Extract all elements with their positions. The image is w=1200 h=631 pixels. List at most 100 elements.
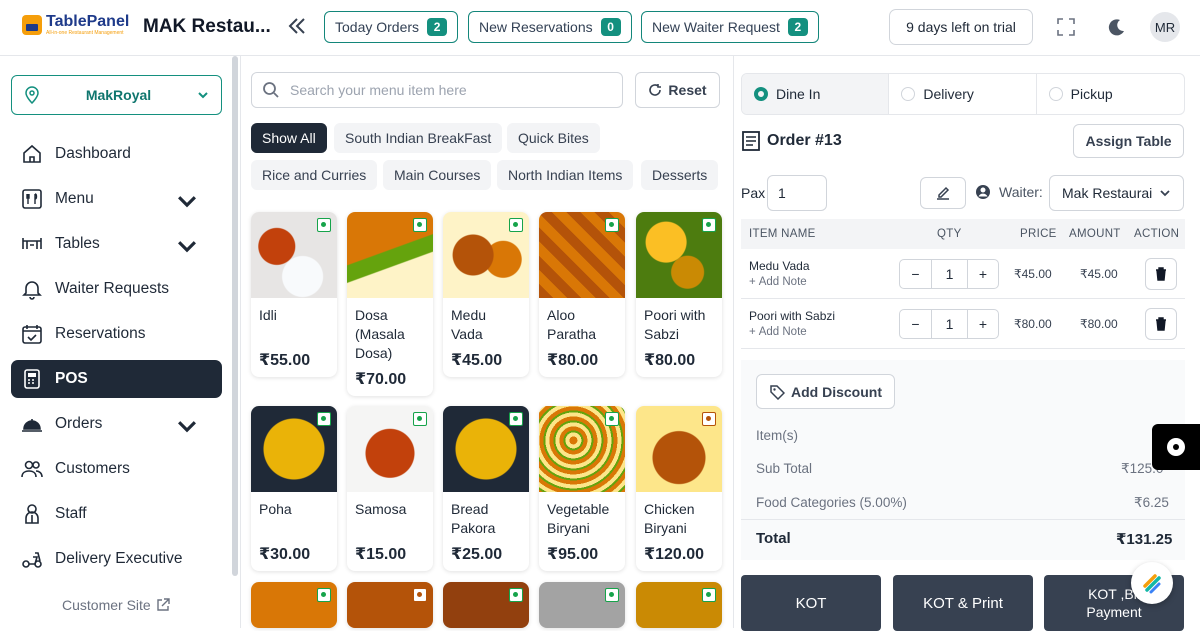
menu-item-card[interactable]: Medu Vada ₹45.00 bbox=[443, 212, 529, 377]
chat-icon bbox=[1167, 438, 1185, 456]
non-veg-indicator-icon bbox=[702, 412, 716, 426]
menu-item-card[interactable]: Poha ₹30.00 bbox=[251, 406, 337, 571]
radio-icon bbox=[901, 87, 916, 101]
veg-indicator-icon bbox=[413, 412, 427, 426]
add-discount-button[interactable]: Add Discount bbox=[756, 374, 895, 409]
quantity-stepper: − 1 + bbox=[899, 259, 999, 289]
line-item-amount: ₹45.00 bbox=[1080, 267, 1118, 281]
sidebar-item-label: POS bbox=[55, 370, 88, 387]
sidebar-item-delivery-executive[interactable]: Delivery Executive bbox=[11, 540, 222, 578]
menu-item-card[interactable]: Bread Pakora ₹25.00 bbox=[443, 406, 529, 571]
order-table-header: ITEM NAME QTY PRICE AMOUNT ACTION bbox=[741, 219, 1185, 249]
sidebar-item-reservations[interactable]: Reservations bbox=[11, 315, 222, 353]
edit-note-button[interactable] bbox=[920, 177, 966, 209]
dark-mode-icon[interactable] bbox=[1107, 17, 1127, 42]
scooter-icon bbox=[22, 552, 42, 568]
collapse-sidebar-icon[interactable] bbox=[287, 15, 307, 42]
sidebar-item-orders[interactable]: Orders bbox=[11, 405, 222, 443]
fullscreen-icon[interactable] bbox=[1056, 17, 1076, 42]
category-quick-bites[interactable]: Quick Bites bbox=[507, 123, 600, 153]
menu-item-card[interactable] bbox=[636, 582, 722, 628]
location-pin-icon bbox=[25, 86, 39, 104]
sidebar-item-dashboard[interactable]: Dashboard bbox=[11, 135, 222, 173]
top-header: TablePanel All-in-one Restaurant Managem… bbox=[0, 0, 1200, 56]
trash-icon bbox=[1156, 267, 1166, 281]
menu-item-card[interactable] bbox=[251, 582, 337, 628]
decrement-button[interactable]: − bbox=[900, 260, 932, 288]
sidebar-item-label: Staff bbox=[55, 505, 87, 522]
reset-button[interactable]: Reset bbox=[635, 72, 720, 108]
category-north-indian-items[interactable]: North Indian Items bbox=[497, 160, 634, 190]
app-logo[interactable]: TablePanel All-in-one Restaurant Managem… bbox=[22, 14, 129, 36]
quantity-value[interactable]: 1 bbox=[932, 260, 968, 288]
order-type-pickup[interactable]: Pickup bbox=[1037, 74, 1184, 114]
today-orders-button[interactable]: Today Orders 2 bbox=[324, 11, 459, 43]
delete-item-button[interactable] bbox=[1145, 258, 1177, 290]
menu-item-card[interactable]: Chicken Biryani ₹120.00 bbox=[636, 406, 722, 571]
customer-site-link[interactable]: Customer Site bbox=[62, 597, 171, 613]
pos-terminal-icon bbox=[24, 369, 40, 389]
category-south-indian-breakfast[interactable]: South Indian BreakFast bbox=[334, 123, 503, 153]
category-desserts[interactable]: Desserts bbox=[641, 160, 719, 190]
search-input[interactable]: Search your menu item here bbox=[251, 72, 623, 108]
idli-image bbox=[251, 212, 337, 298]
decrement-button[interactable]: − bbox=[900, 310, 932, 338]
menu-item-card[interactable]: Samosa ₹15.00 bbox=[347, 406, 433, 571]
order-title: Order #13 bbox=[741, 130, 842, 152]
sidebar-item-menu[interactable]: Menu bbox=[11, 180, 222, 218]
menu-item-price: ₹45.00 bbox=[451, 352, 503, 369]
add-note-link[interactable]: + Add Note bbox=[749, 276, 807, 288]
menu-item-card[interactable]: Vegetable Biryani ₹95.00 bbox=[539, 406, 625, 571]
sidebar-item-label: Delivery Executive bbox=[55, 550, 183, 567]
sidebar-item-waiter-requests[interactable]: Waiter Requests bbox=[11, 270, 222, 308]
help-widget-button[interactable] bbox=[1131, 562, 1173, 604]
dosa-image bbox=[347, 212, 433, 298]
menu-item-name: Poha bbox=[259, 501, 292, 517]
menu-item-card[interactable] bbox=[347, 582, 433, 628]
kot-print-button[interactable]: KOT & Print bbox=[893, 575, 1033, 631]
menu-item-price: ₹70.00 bbox=[355, 371, 407, 388]
veg-indicator-icon bbox=[317, 218, 331, 232]
category-main-courses[interactable]: Main Courses bbox=[383, 160, 492, 190]
menu-item-card[interactable] bbox=[539, 582, 625, 628]
order-type-delivery[interactable]: Delivery bbox=[889, 74, 1037, 114]
trial-status-button[interactable]: 9 days left on trial bbox=[889, 9, 1033, 45]
menu-item-card[interactable]: Idli ₹55.00 bbox=[251, 212, 337, 377]
quantity-value[interactable]: 1 bbox=[932, 310, 968, 338]
branch-selector[interactable]: MakRoyal bbox=[11, 75, 222, 115]
sidebar-scrollbar[interactable] bbox=[232, 56, 238, 576]
menu-item-price: ₹15.00 bbox=[355, 546, 407, 563]
add-note-link[interactable]: + Add Note bbox=[749, 326, 807, 338]
order-number: Order #13 bbox=[767, 132, 842, 149]
kot-button[interactable]: KOT bbox=[741, 575, 881, 631]
new-waiter-request-button[interactable]: New Waiter Request 2 bbox=[641, 11, 819, 43]
tax-value: ₹6.25 bbox=[1134, 495, 1169, 510]
add-discount-label: Add Discount bbox=[791, 383, 882, 400]
increment-button[interactable]: + bbox=[968, 260, 998, 288]
samosa-image bbox=[347, 406, 433, 492]
avatar[interactable]: MR bbox=[1150, 12, 1180, 42]
menu-item-card[interactable]: Poori with Sabzi ₹80.00 bbox=[636, 212, 722, 377]
new-reservations-button[interactable]: New Reservations 0 bbox=[468, 11, 632, 43]
line-item-price: ₹80.00 bbox=[1014, 317, 1052, 331]
sidebar-item-customers[interactable]: Customers bbox=[11, 450, 222, 488]
increment-button[interactable]: + bbox=[968, 310, 998, 338]
line-item-name: Poori with Sabzi bbox=[749, 309, 836, 323]
order-type-dine-in[interactable]: Dine In bbox=[742, 74, 890, 114]
delete-item-button[interactable] bbox=[1145, 308, 1177, 340]
support-chat-button[interactable] bbox=[1152, 424, 1200, 470]
veg-indicator-icon bbox=[605, 588, 619, 602]
waiter-select[interactable]: Mak Restaurai bbox=[1049, 175, 1184, 211]
sidebar-item-pos[interactable]: POS bbox=[11, 360, 222, 398]
category-show-all[interactable]: Show All bbox=[251, 123, 327, 153]
menu-item-card[interactable]: Dosa (Masala Dosa) ₹70.00 bbox=[347, 212, 433, 396]
menu-item-card[interactable] bbox=[443, 582, 529, 628]
sidebar-item-staff[interactable]: Staff bbox=[11, 495, 222, 533]
search-icon bbox=[263, 82, 279, 98]
category-rice-and-curries[interactable]: Rice and Curries bbox=[251, 160, 378, 190]
pax-input[interactable]: 1 bbox=[767, 175, 827, 211]
sidebar-item-tables[interactable]: Tables bbox=[11, 225, 222, 263]
poori-image bbox=[636, 212, 722, 298]
menu-item-card[interactable]: Aloo Paratha ₹80.00 bbox=[539, 212, 625, 377]
assign-table-button[interactable]: Assign Table bbox=[1073, 124, 1184, 158]
